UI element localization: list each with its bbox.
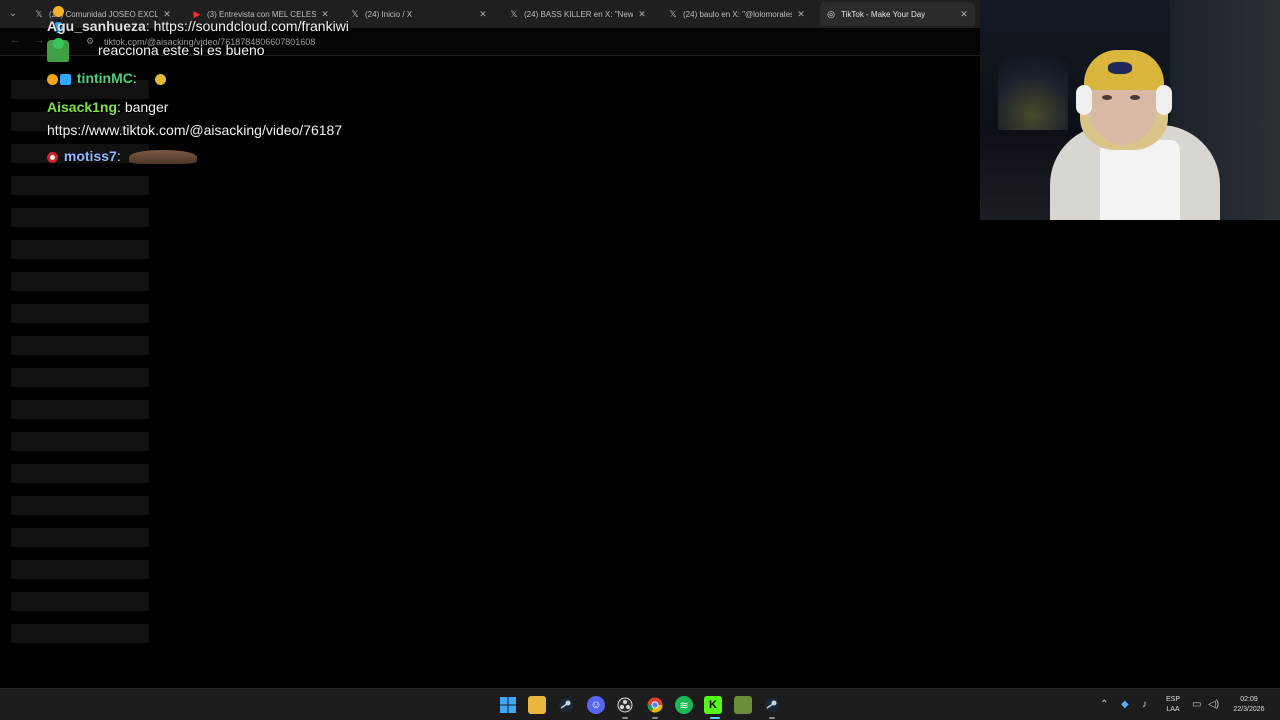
- volume-icon[interactable]: ◁): [1208, 699, 1219, 710]
- chat-username: motiss7: [63, 148, 117, 164]
- taskbar-running-indicator: [769, 717, 775, 719]
- language-code: ESP: [1165, 696, 1180, 703]
- chat-message: tintinMC:: [47, 70, 166, 86]
- language-indicator[interactable]: ESP LAA: [1160, 695, 1186, 715]
- webcam-eye: [1130, 95, 1140, 100]
- shield-icon[interactable]: ◆: [1121, 699, 1129, 710]
- close-icon[interactable]: ✕: [478, 9, 488, 20]
- discord-icon[interactable]: ☺: [587, 696, 605, 714]
- headphones-icon: [1076, 85, 1092, 115]
- network-icon[interactable]: ▭: [1192, 699, 1201, 710]
- chevron-up-icon[interactable]: ⌃: [1100, 699, 1108, 710]
- chat-message: Agu_sanhueza: https://soundcloud.com/fra…: [47, 18, 349, 34]
- chat-separator: :: [117, 99, 121, 115]
- skeleton-row: [11, 304, 149, 323]
- webcam-feed: [980, 0, 1280, 220]
- skeleton-row: [11, 432, 149, 451]
- x-icon: 𝕏: [510, 9, 518, 19]
- emote-icon: [128, 150, 197, 165]
- tiktok-icon: ◎: [827, 9, 835, 19]
- emote-icon: [154, 73, 166, 85]
- taskbar-running-indicator: [652, 717, 658, 719]
- taskbar-active-indicator: [710, 717, 720, 719]
- chat-username: Aisack1ng: [47, 99, 118, 115]
- steam-icon[interactable]: [763, 696, 781, 714]
- x-icon: 𝕏: [669, 9, 677, 19]
- skeleton-row: [11, 176, 149, 195]
- taskbar: ☺ ≋ K ⌃ ◆ ♪ ESP LAA ▭ ◁) 02:09 22/3/2026: [0, 688, 1280, 720]
- skeleton-row: [11, 208, 149, 227]
- tab-inicio[interactable]: 𝕏 (24) Inicio / X ✕: [344, 4, 494, 24]
- x-icon: 𝕏: [35, 9, 43, 19]
- webcam-shirt: [1100, 140, 1180, 220]
- back-icon[interactable]: ←: [10, 34, 21, 46]
- chrome-icon[interactable]: [646, 696, 664, 714]
- chat-text: banger: [124, 99, 169, 115]
- skeleton-row: [11, 464, 149, 483]
- chat-separator: :: [132, 70, 137, 86]
- tab-bass-killer[interactable]: 𝕏 (24) BASS KILLER en X: "New sw ✕: [503, 4, 653, 24]
- clock-date: 22/3/2026: [1233, 706, 1265, 713]
- headphones-icon: [1156, 85, 1172, 115]
- chat-username: Agu_sanhueza: [47, 18, 146, 34]
- spotify-icon[interactable]: ≋: [675, 696, 693, 714]
- x-icon: 𝕏: [351, 9, 359, 19]
- chat-message: Aisack1ng: banger: [47, 99, 168, 115]
- taskbar-running-indicator: [622, 717, 628, 719]
- webcam-eye: [1102, 95, 1112, 100]
- steam-icon[interactable]: [557, 696, 575, 714]
- close-icon[interactable]: ✕: [796, 9, 806, 20]
- badge-icon: [47, 151, 58, 163]
- chat-separator: :: [116, 148, 121, 164]
- obs-icon[interactable]: [616, 696, 634, 714]
- chat-separator: :: [145, 18, 150, 34]
- keyboard-layout: LAA: [1166, 706, 1180, 713]
- file-explorer-icon[interactable]: [528, 696, 546, 714]
- site-info-icon[interactable]: ⚙: [86, 36, 94, 47]
- forward-icon[interactable]: →: [34, 34, 45, 46]
- badge-icon: [60, 73, 71, 85]
- tab-tiktok[interactable]: ◎ TikTok - Make Your Day ✕: [820, 2, 975, 26]
- minecraft-icon[interactable]: [734, 696, 752, 714]
- skeleton-row: [11, 336, 149, 355]
- skeleton-row: [11, 560, 149, 579]
- chat-text: https://www.tiktok.com/@aisacking/video/…: [47, 122, 343, 138]
- skeleton-row: [11, 272, 149, 291]
- chat-message: reacciona este si es bueno: [98, 42, 265, 58]
- kick-icon[interactable]: K: [704, 696, 722, 714]
- clock-time: 02:09: [1240, 696, 1258, 703]
- skeleton-row: [11, 240, 149, 259]
- webcam-background-window: [998, 55, 1068, 130]
- microphone-icon[interactable]: ♪: [1142, 699, 1147, 710]
- skeleton-row: [11, 624, 149, 643]
- badge-icon: [47, 73, 58, 85]
- skeleton-row: [11, 496, 149, 515]
- chat-username: tintinMC: [76, 70, 133, 86]
- tab-search-icon[interactable]: ⌄: [4, 5, 22, 23]
- chat-text: reacciona este si es bueno: [98, 42, 265, 58]
- webcam-beanie-logo: [1108, 62, 1132, 74]
- badge-icon: [53, 5, 64, 17]
- windows-start-icon[interactable]: [499, 696, 517, 714]
- chat-message: motiss7:: [47, 148, 197, 165]
- close-icon[interactable]: ✕: [637, 9, 647, 20]
- skeleton-row: [11, 528, 149, 547]
- clock[interactable]: 02:09 22/3/2026: [1226, 695, 1272, 715]
- tab-baulo[interactable]: 𝕏 (24) baulo en X: "@lolomorales ✕: [662, 4, 812, 24]
- close-icon[interactable]: ✕: [959, 9, 969, 20]
- chat-message: https://www.tiktok.com/@aisacking/video/…: [47, 122, 342, 138]
- skeleton-row: [11, 400, 149, 419]
- chat-text: https://soundcloud.com/frankiwi: [153, 18, 349, 34]
- skeleton-row: [11, 368, 149, 387]
- skeleton-row: [11, 592, 149, 611]
- verified-badge-icon: [53, 37, 64, 49]
